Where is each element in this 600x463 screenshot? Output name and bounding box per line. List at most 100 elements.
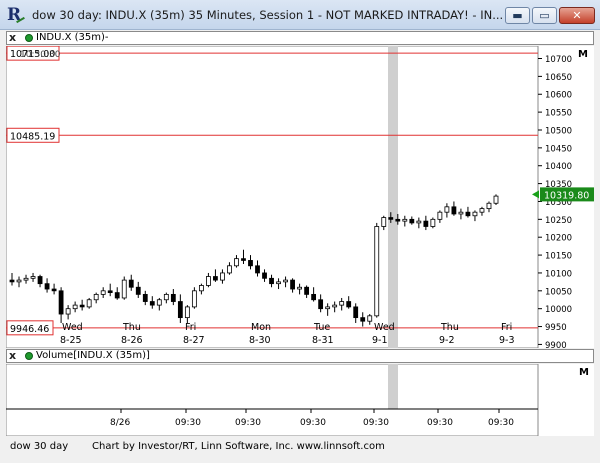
bar-body <box>493 195 499 204</box>
bar-body <box>269 277 274 285</box>
x-day-label: Fri <box>185 322 196 333</box>
bar-body <box>248 260 253 267</box>
volume-highlight-band <box>388 364 398 409</box>
bar-body <box>255 265 260 274</box>
volume-visible-icon[interactable] <box>25 352 33 360</box>
title-bar: R dow 30 day: INDU.X (35m) 35 Minutes, S… <box>0 0 600 30</box>
volume-chart[interactable]: M 8/26 09:30 09:30 09:30 09:30 09:30 09:30 <box>5 363 594 437</box>
bar-body <box>332 304 338 308</box>
session-highlight-band <box>388 46 398 348</box>
x-day-label: Wed <box>374 322 395 333</box>
maximize-button[interactable]: ▭ <box>532 7 557 24</box>
bar-body <box>479 208 485 213</box>
bar-body <box>156 299 162 306</box>
y-tick-label: 10500 <box>545 126 572 136</box>
bar-body <box>37 276 43 285</box>
bar-body <box>135 286 141 295</box>
bar-body <box>198 285 204 292</box>
x-day-label: Wed <box>62 322 83 333</box>
bar-body <box>430 218 436 227</box>
minimize-icon: ▬ <box>512 9 523 22</box>
bar-body <box>318 299 324 310</box>
maximize-icon: ▭ <box>539 9 550 22</box>
bar-body <box>437 211 443 220</box>
y-tick-label: 10150 <box>545 252 572 262</box>
volume-time-label: 09:30 <box>363 418 389 428</box>
x-date-label: 8-26 <box>121 335 143 346</box>
bar-body <box>213 276 218 281</box>
bar-body <box>276 281 281 285</box>
bar-body <box>423 220 429 227</box>
y-tick-label: 9950 <box>545 323 567 333</box>
bar-body <box>149 301 155 306</box>
x-date-label: 8-31 <box>312 335 334 346</box>
bar-body <box>191 290 197 308</box>
x-day-label: Mon <box>251 322 271 333</box>
bar-body <box>51 288 57 292</box>
price-pane-label[interactable]: INDU.X (35m)- <box>36 32 109 43</box>
close-pane-icon[interactable]: x <box>9 31 16 44</box>
bar-body <box>465 211 471 217</box>
y-tick-label: 10000 <box>545 305 572 315</box>
window-title: dow 30 day: INDU.X (35m) 35 Minutes, Ses… <box>32 8 504 22</box>
volume-time-label: 09:30 <box>488 418 514 428</box>
bar-body <box>486 202 492 210</box>
x-date-label: 8-30 <box>249 335 271 346</box>
series-visible-icon[interactable] <box>25 34 33 42</box>
y-tick-label: 10450 <box>545 144 572 154</box>
volume-pane-label[interactable]: Volume[INDU.X (35m)] <box>36 350 150 361</box>
bar-body <box>86 299 92 308</box>
close-button[interactable]: ✕ <box>559 7 595 24</box>
volume-time-label: 8/26 <box>110 418 130 428</box>
bar-body <box>79 304 85 308</box>
bar-body <box>353 306 359 319</box>
volume-time-label: 09:30 <box>235 418 261 428</box>
bar-body <box>290 279 295 290</box>
bar-body <box>409 218 415 224</box>
minimize-button[interactable]: ▬ <box>505 7 530 24</box>
y-tick-label: 10400 <box>545 162 572 172</box>
bar-body <box>163 293 169 301</box>
bar-body <box>128 279 134 288</box>
bar-body <box>206 276 211 286</box>
bar-body <box>65 308 71 315</box>
bar-body <box>30 276 36 279</box>
y-tick-label: 9900 <box>545 341 567 348</box>
price-chart-svg: 10715.0010485.199946.46 9900995010000100… <box>5 45 594 351</box>
volume-marker-icon: M <box>579 367 589 378</box>
bar-body <box>121 279 127 299</box>
bar-body <box>184 306 190 319</box>
y-tick-label: 10700 <box>545 55 572 65</box>
volume-time-label: 09:30 <box>427 418 453 428</box>
bar-body <box>227 265 232 274</box>
bar-body <box>297 286 302 290</box>
bar-body <box>360 317 366 322</box>
bar-body <box>9 279 15 283</box>
x-day-label: Thu <box>440 322 459 333</box>
price-bar <box>493 194 499 206</box>
close-icon: ✕ <box>572 9 582 22</box>
y-tick-label: 10100 <box>545 269 572 279</box>
price-chart[interactable]: 10715.00 10485.19 9946.46 9900 9950 10000 100… <box>5 45 594 351</box>
bar-body <box>58 290 64 315</box>
price-bar <box>86 297 92 309</box>
price-bar <box>191 287 197 309</box>
bar-body <box>16 279 22 283</box>
bar-body <box>374 226 380 317</box>
x-date-label: 8-27 <box>183 335 205 346</box>
bar-body <box>416 220 422 224</box>
bar-body <box>311 293 317 301</box>
bar-body <box>107 290 113 294</box>
bar-body <box>23 277 29 281</box>
price-marker-icon: M <box>578 49 588 60</box>
bar-body <box>451 206 457 215</box>
bar-body <box>283 279 288 283</box>
close-volume-pane-icon[interactable]: x <box>9 349 16 362</box>
y-tick-label: 10600 <box>545 91 572 101</box>
bar-body <box>472 211 478 217</box>
bar-body <box>93 293 99 301</box>
level-label: 10485.19 <box>10 131 55 142</box>
last-price-value: 10319.80 <box>544 190 589 201</box>
bar-body <box>262 272 267 279</box>
bar-body <box>402 218 408 222</box>
